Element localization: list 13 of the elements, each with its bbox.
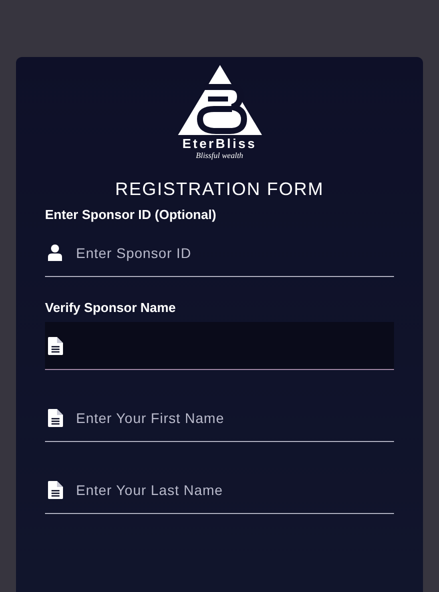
logo-icon <box>178 65 262 135</box>
field-label: Verify Sponsor Name <box>45 301 177 314</box>
brand-tagline: Blissful wealth <box>196 152 244 160</box>
document-icon <box>48 409 63 427</box>
input-field[interactable] <box>45 322 394 370</box>
field-label: Enter Sponsor ID (Optional) <box>45 208 218 221</box>
document-icon <box>48 481 63 499</box>
input-field[interactable]: Enter Your First Name <box>45 394 394 442</box>
brand-name: EterBliss <box>182 137 257 150</box>
document-icon <box>48 337 63 355</box>
user-icon <box>48 244 62 261</box>
input-field[interactable]: Enter Your Last Name <box>45 466 394 514</box>
form-title: REGISTRATION FORM <box>114 180 325 198</box>
